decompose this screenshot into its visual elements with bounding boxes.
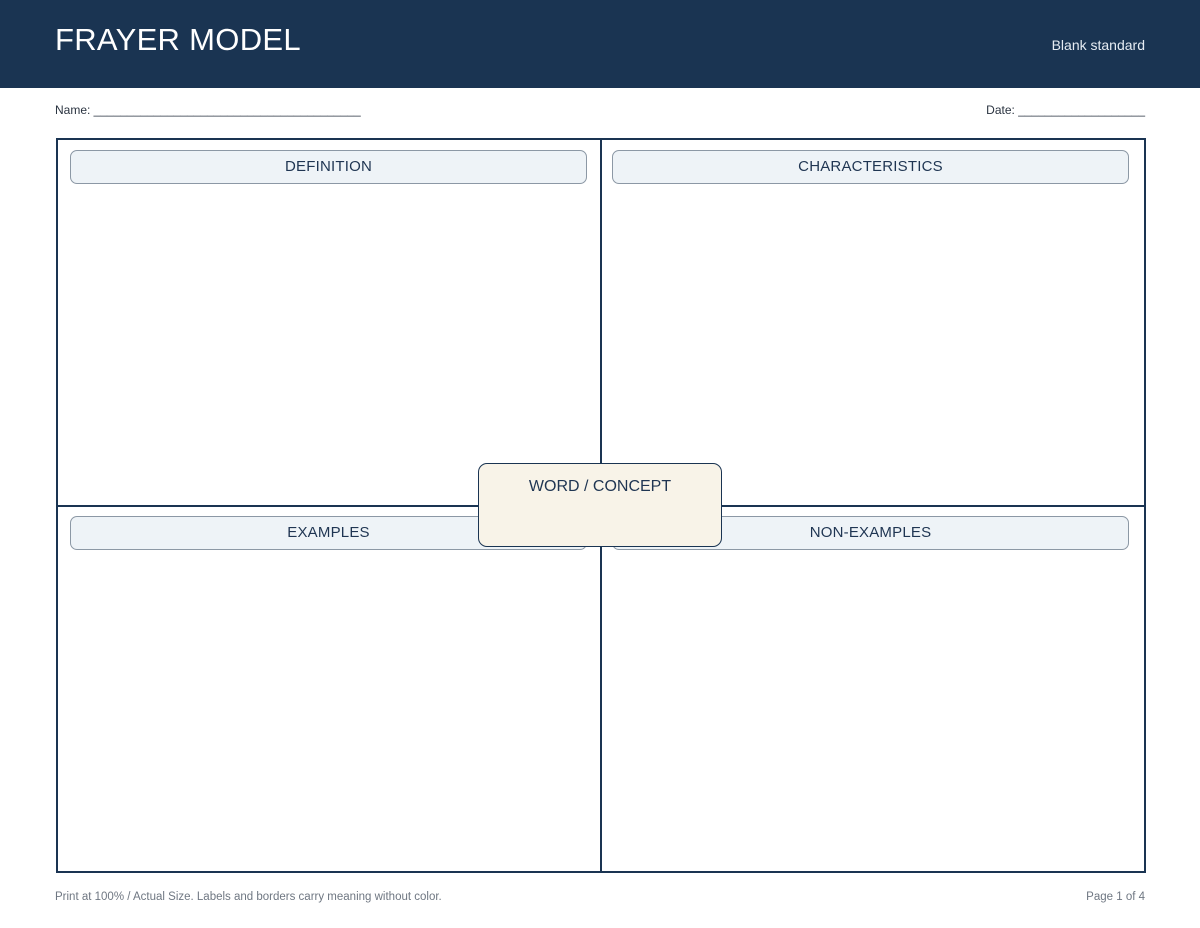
page-number: Page 1 of 4 xyxy=(1086,891,1145,903)
page-header: FRAYER MODEL Blank standard xyxy=(0,0,1200,88)
page-title: FRAYER MODEL xyxy=(55,22,301,57)
characteristics-label: CHARACTERISTICS xyxy=(612,150,1129,184)
template-variant-label: Blank standard xyxy=(1051,37,1145,53)
name-field[interactable]: Name: __________________________________… xyxy=(55,102,361,118)
definition-label: DEFINITION xyxy=(70,150,587,184)
print-note: Print at 100% / Actual Size. Labels and … xyxy=(55,891,442,903)
word-concept-box[interactable]: WORD / CONCEPT xyxy=(478,463,722,547)
word-concept-label: WORD / CONCEPT xyxy=(528,478,672,495)
date-field[interactable]: Date: ___________________ xyxy=(986,102,1145,118)
student-info-row: Name: __________________________________… xyxy=(55,102,1145,118)
